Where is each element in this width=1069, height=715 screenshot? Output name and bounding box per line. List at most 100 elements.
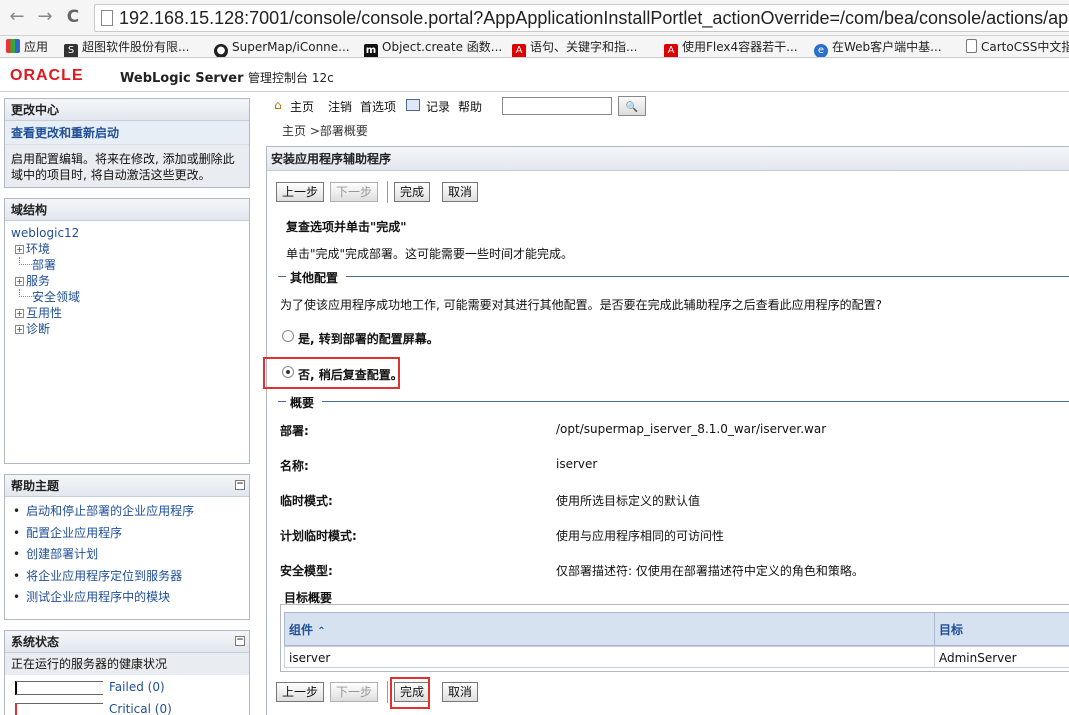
domain-structure-title: 域结构	[5, 199, 249, 221]
status-row-failed: Failed (0)	[5, 679, 249, 697]
domain-structure-panel: 域结构 weblogic12 + 环境 部署 + 服务 安全领域 + 互用性 + 诊断	[4, 198, 250, 464]
radio-yes[interactable]	[282, 330, 294, 342]
tree-connector-icon	[19, 289, 32, 297]
tree-connector-icon	[19, 257, 32, 265]
tree-item-diagnostics[interactable]: + 诊断	[11, 321, 243, 337]
change-center-title: 更改中心	[5, 99, 249, 121]
summary-value: 使用与应用程序相同的可访问性	[556, 529, 725, 543]
tree-root-weblogic12[interactable]: weblogic12	[11, 225, 243, 241]
back-button[interactable]: 上一步	[276, 682, 325, 702]
address-url[interactable]: 192.168.15.128:7001/console/console.port…	[119, 8, 1069, 29]
status-link-critical[interactable]: Critical (0)	[109, 702, 172, 715]
expand-icon[interactable]: +	[15, 309, 24, 318]
column-header-target[interactable]: 目标	[934, 612, 1069, 646]
help-link[interactable]: 将企业应用程序定位到服务器	[13, 566, 241, 588]
tree-item-security-realms[interactable]: 安全领域	[11, 289, 243, 305]
bookmark-web-client[interactable]: e 在Web客户端中基...	[814, 38, 942, 57]
finish-button[interactable]: 完成	[394, 182, 431, 202]
table-cell-component: iserver	[284, 646, 935, 668]
help-link[interactable]: 配置企业应用程序	[13, 523, 241, 545]
other-config-heading: 其他配置	[290, 271, 339, 285]
bookmark-flex4[interactable]: A 使用Flex4容器若干...	[664, 38, 798, 57]
summary-value: 使用所选目标定义的默认值	[556, 494, 701, 508]
summary-value: iserver	[556, 457, 598, 471]
home-icon[interactable]: ⌂	[274, 98, 282, 112]
column-header-component[interactable]: 组件 ⌃	[284, 612, 935, 646]
tree-item-services[interactable]: + 服务	[11, 273, 243, 289]
help-link[interactable]: 测试企业应用程序中的模块	[13, 587, 241, 609]
apps-grid-icon	[6, 39, 20, 53]
tree-item-interoperability[interactable]: + 互用性	[11, 305, 243, 321]
search-input[interactable]	[502, 97, 612, 115]
bookmark-github[interactable]: ● SuperMap/iConne...	[214, 38, 350, 57]
browser-toolbar: ← → C 192.168.15.128:7001/console/consol…	[0, 0, 1069, 36]
option-yes-label[interactable]: 是, 转到部署的配置屏幕。	[298, 330, 439, 347]
m-logo-icon: m	[364, 44, 378, 57]
preferences-link[interactable]: 首选项	[360, 98, 396, 115]
cancel-button[interactable]: 取消	[442, 682, 479, 702]
help-link[interactable]: 帮助	[458, 98, 482, 115]
help-link[interactable]: 启动和停止部署的企业应用程序	[13, 501, 241, 523]
collapse-icon[interactable]: −	[235, 480, 245, 490]
record-link[interactable]: 记录	[426, 98, 450, 115]
bookmark-apps[interactable]: 应用	[6, 38, 48, 56]
globe-icon: e	[814, 44, 828, 57]
console-header: ORACLE WebLogic Server 管理控制台 12c	[0, 58, 1069, 92]
review-heading: 复查选项并单击"完成"	[286, 220, 407, 234]
bookmark-supermap[interactable]: S 超图软件股份有限...	[64, 38, 189, 57]
adobe-icon: A	[512, 44, 526, 57]
expand-icon[interactable]: +	[15, 277, 24, 286]
system-status-subtitle: 正在运行的服务器的健康状况	[5, 653, 249, 675]
expand-icon[interactable]: +	[15, 245, 24, 254]
github-icon: ●	[214, 44, 228, 57]
summary-value: /opt/supermap_iserver_8.1.0_war/iserver.…	[556, 422, 827, 436]
home-link[interactable]: 主页	[290, 98, 314, 115]
adobe-icon: A	[664, 44, 678, 57]
bookmark-cartocss[interactable]: CartoCSS中文指	[966, 38, 1069, 56]
next-button[interactable]: 下一步	[330, 682, 379, 702]
search-button[interactable]: 🔍	[618, 96, 646, 116]
review-text: 单击"完成"完成部署。这可能需要一些时间才能完成。	[286, 247, 574, 261]
tree-item-deployments[interactable]: 部署	[11, 257, 243, 273]
help-link[interactable]: 创建部署计划	[13, 544, 241, 566]
button-separator	[387, 681, 388, 703]
change-center-description: 启用配置编辑。将来在修改, 添加或删除此域中的项目时, 将自动激活这些更改。	[5, 145, 249, 187]
record-icon[interactable]	[406, 99, 420, 111]
bookmark-object-create[interactable]: m Object.create 函数...	[364, 38, 502, 57]
forward-button[interactable]: →	[34, 6, 56, 28]
view-changes-link[interactable]: 查看更改和重新启动	[5, 121, 249, 145]
section-rule	[322, 401, 1069, 402]
change-center-panel: 更改中心 查看更改和重新启动 启用配置编辑。将来在修改, 添加或删除此域中的项目…	[4, 98, 250, 188]
back-button[interactable]: 上一步	[276, 182, 325, 202]
summary-label: 名称:	[280, 459, 309, 473]
help-topics-panel: 帮助主题 − 启动和停止部署的企业应用程序 配置企业应用程序 创建部署计划 将企…	[4, 474, 250, 620]
collapse-icon[interactable]: −	[235, 636, 245, 646]
oracle-logo: ORACLE	[10, 67, 84, 84]
expand-icon[interactable]: +	[15, 325, 24, 334]
address-bar[interactable]: 192.168.15.128:7001/console/console.port…	[94, 4, 1069, 32]
supermap-icon: S	[64, 44, 78, 57]
annotation-highlight	[263, 357, 400, 389]
product-title: WebLogic Server 管理控制台 12c	[120, 71, 334, 86]
tree-item-environment[interactable]: + 环境	[11, 241, 243, 257]
logout-link[interactable]: 注销	[328, 98, 352, 115]
status-bar	[15, 681, 103, 695]
status-row-critical: Critical (0)	[5, 701, 249, 715]
next-button[interactable]: 下一步	[330, 182, 379, 202]
system-status-title: 系统状态 −	[5, 631, 249, 653]
search-icon: 🔍	[625, 102, 639, 113]
summary-value: 仅部署描述符: 仅使用在部署描述符中定义的角色和策略。	[556, 564, 864, 578]
sort-ascending-icon[interactable]: ⌃	[317, 626, 325, 637]
back-button[interactable]: ←	[6, 6, 28, 28]
cancel-button[interactable]: 取消	[442, 182, 479, 202]
document-icon	[966, 39, 977, 53]
reload-button[interactable]: C	[62, 6, 84, 28]
summary-label: 临时模式:	[280, 494, 333, 508]
status-link-failed[interactable]: Failed (0)	[109, 680, 165, 694]
wizard-title: 安装应用程序辅助程序	[267, 147, 1069, 171]
console-toolbar: ⌂ 主页 注销 首选项 记录 帮助 🔍	[266, 94, 1069, 118]
annotation-highlight	[390, 677, 430, 709]
bookmark-statements[interactable]: A 语句、关键字和指...	[512, 38, 637, 57]
page-icon	[101, 10, 113, 26]
breadcrumb[interactable]: 主页 >部署概要	[282, 122, 368, 139]
